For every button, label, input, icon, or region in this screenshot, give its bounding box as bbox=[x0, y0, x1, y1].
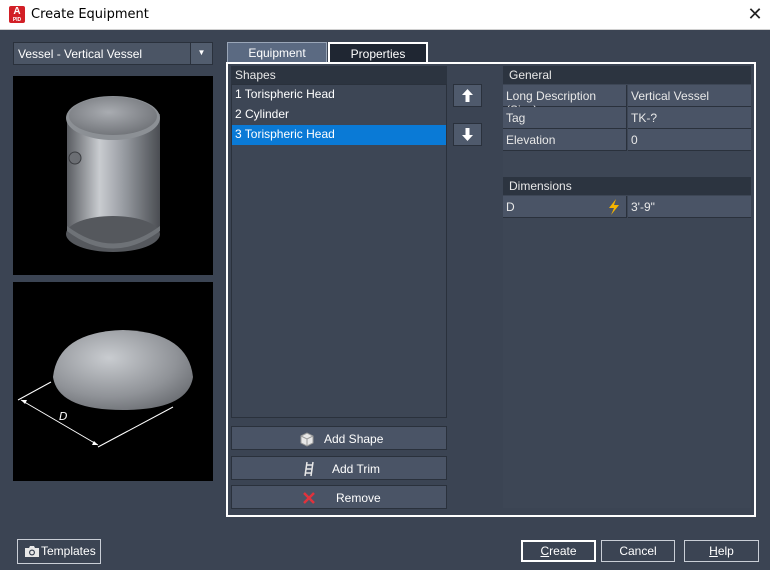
dimension-row[interactable]: D 3'-9" bbox=[503, 196, 751, 218]
move-up-button[interactable] bbox=[453, 84, 482, 107]
vessel-preview bbox=[13, 76, 213, 275]
ladder-icon bbox=[304, 461, 314, 477]
property-row[interactable]: Elevation 0 bbox=[503, 129, 751, 151]
property-value[interactable]: 0 bbox=[628, 129, 751, 151]
shape-item-selected[interactable]: 3 Torispheric Head bbox=[232, 125, 446, 145]
arrow-down-icon bbox=[462, 128, 473, 141]
dimension-label: D bbox=[59, 410, 67, 423]
lightning-icon[interactable] bbox=[606, 198, 622, 216]
equipment-type-dropdown[interactable]: Vessel - Vertical Vessel ▼ bbox=[13, 42, 213, 65]
add-shape-button[interactable]: Add Shape bbox=[231, 426, 447, 450]
shape-item[interactable]: 2 Cylinder bbox=[232, 105, 446, 125]
property-key: Tag bbox=[503, 107, 627, 129]
dimension-value[interactable]: 3'-9" bbox=[628, 196, 751, 218]
templates-button[interactable]: Templates bbox=[17, 539, 101, 564]
property-row[interactable]: Tag TK-? bbox=[503, 107, 751, 129]
camera-icon bbox=[25, 546, 39, 557]
shape-preview: D bbox=[13, 282, 213, 481]
chevron-down-icon[interactable]: ▼ bbox=[190, 43, 212, 64]
remove-button[interactable]: Remove bbox=[231, 485, 447, 509]
shape-item[interactable]: 1 Torispheric Head bbox=[232, 85, 446, 105]
tab-equipment[interactable]: Equipment bbox=[227, 42, 327, 64]
tab-properties[interactable]: Properties bbox=[328, 42, 428, 64]
app-icon: A PID bbox=[9, 6, 25, 23]
property-row[interactable]: Long Description (Size) Vertical Vessel bbox=[503, 85, 751, 117]
property-key: Elevation bbox=[503, 129, 627, 151]
dimension-key: D bbox=[503, 196, 627, 218]
cancel-button[interactable]: Cancel bbox=[601, 540, 675, 562]
property-value[interactable]: TK-? bbox=[628, 107, 751, 129]
close-icon[interactable]: ✕ bbox=[740, 0, 770, 30]
property-key: Long Description (Size) bbox=[503, 85, 627, 117]
create-button[interactable]: Create bbox=[521, 540, 596, 562]
dimensions-header: Dimensions bbox=[503, 177, 751, 195]
add-trim-button[interactable]: Add Trim bbox=[231, 456, 447, 480]
window-title: Create Equipment bbox=[31, 7, 149, 22]
shapes-list: 1 Torispheric Head 2 Cylinder 3 Torisphe… bbox=[231, 84, 447, 418]
remove-x-icon bbox=[303, 492, 315, 504]
cube-icon bbox=[300, 432, 314, 447]
property-value[interactable]: Vertical Vessel bbox=[628, 85, 751, 107]
shapes-header: Shapes bbox=[231, 66, 447, 84]
help-button[interactable]: Help bbox=[684, 540, 759, 562]
arrow-up-icon bbox=[462, 89, 473, 102]
equipment-type-value: Vessel - Vertical Vessel bbox=[18, 47, 143, 61]
general-header: General bbox=[503, 66, 751, 84]
move-down-button[interactable] bbox=[453, 123, 482, 146]
title-bar: A PID Create Equipment ✕ bbox=[0, 0, 770, 30]
